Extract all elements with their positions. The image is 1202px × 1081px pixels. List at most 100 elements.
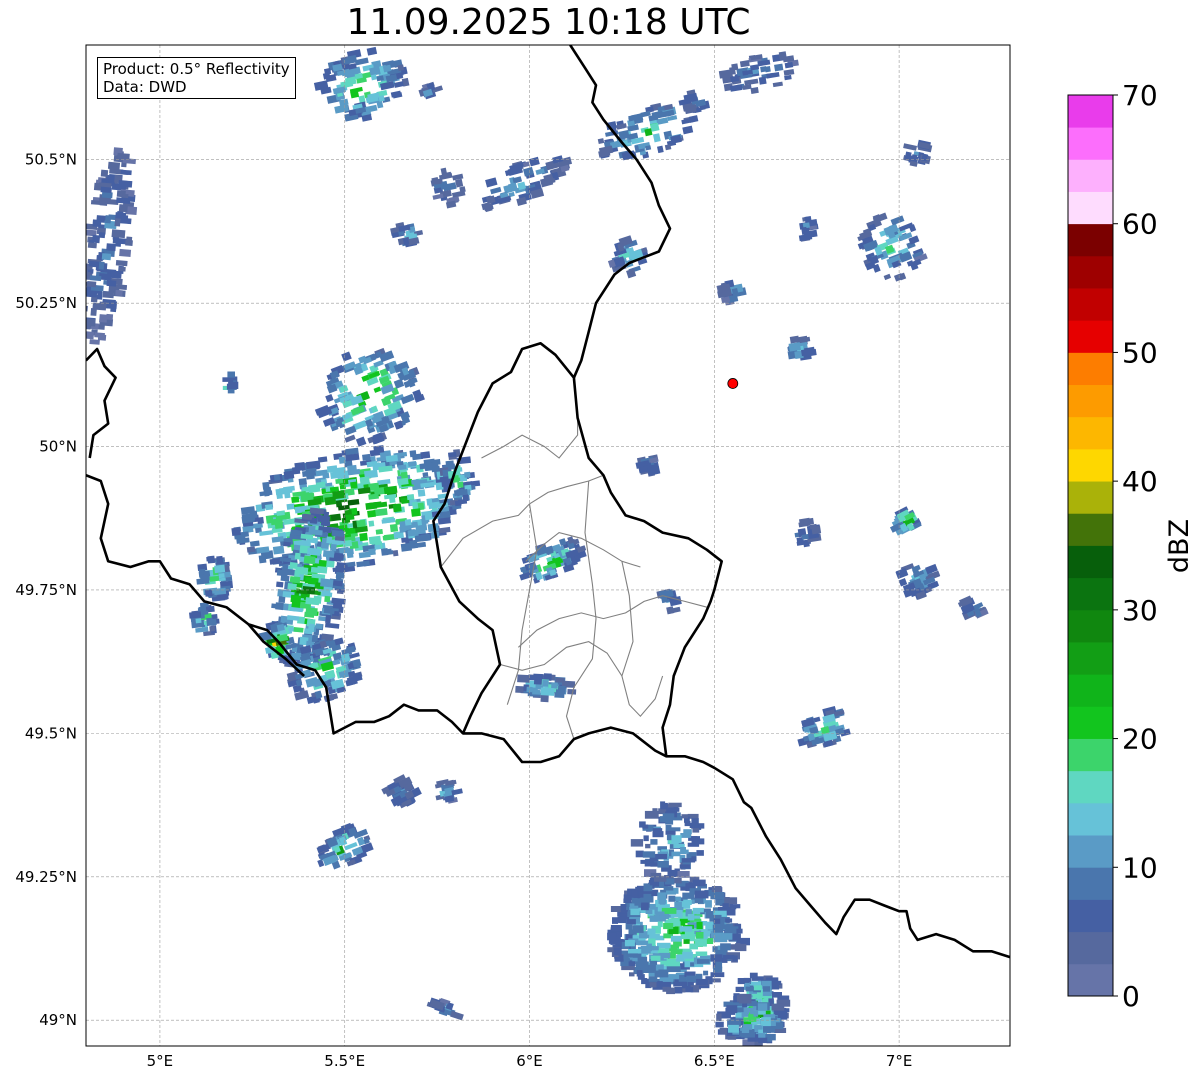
echo-pixel <box>346 549 354 559</box>
echo-pixel <box>643 893 652 902</box>
echo-pixel <box>311 634 319 643</box>
echo-pixel <box>335 478 344 485</box>
echo-pixel <box>659 899 666 905</box>
echo-pixel <box>300 593 307 599</box>
echo-pixel <box>650 955 661 961</box>
echo-pixel <box>754 1025 763 1030</box>
map-background <box>86 45 1010 1046</box>
echo-pixel <box>771 992 782 998</box>
echo-pixel <box>774 63 784 72</box>
echo-pixel <box>281 564 289 574</box>
lat-tick-label: 50°N <box>39 438 77 456</box>
echo-pixel <box>317 515 331 523</box>
echo-pixel <box>118 204 128 213</box>
colorbar-segment <box>1068 127 1113 160</box>
echo-pixel <box>420 451 431 459</box>
echo-pixel <box>339 484 347 490</box>
echo-pixel <box>345 513 355 521</box>
echo-pixel <box>666 807 680 812</box>
echo-pixel <box>294 552 301 560</box>
echo-pixel <box>533 673 544 680</box>
echo-pixel <box>664 908 677 914</box>
echo-pixel <box>758 1033 766 1038</box>
echo-pixel <box>646 943 652 952</box>
echo-pixel <box>228 381 239 389</box>
echo-pixel <box>665 890 677 895</box>
echo-pixel <box>735 1012 742 1018</box>
echo-pixel <box>464 471 471 478</box>
echo-pixel <box>697 959 710 964</box>
echo-pixel <box>728 1024 739 1033</box>
echo-pixel <box>722 903 729 909</box>
lat-tick-label: 49.25°N <box>15 868 77 886</box>
colorbar-segment <box>1068 223 1113 257</box>
colorbar-segment <box>1068 448 1113 482</box>
echo-pixel <box>710 892 725 900</box>
echo-pixel <box>116 190 126 198</box>
echo-pixel <box>86 305 88 312</box>
colorbar-segment <box>1068 867 1113 900</box>
echo-pixel <box>422 472 429 478</box>
echo-pixel <box>669 974 680 980</box>
colorbar-segment <box>1068 738 1113 772</box>
echo-pixel <box>670 935 682 942</box>
echo-pixel <box>322 550 335 558</box>
echo-pixel <box>696 921 703 930</box>
echo-pixel <box>86 281 97 288</box>
colorbar-segment <box>1068 513 1113 546</box>
echo-pixel <box>406 493 415 501</box>
echo-pixel <box>404 519 412 526</box>
echo-pixel <box>663 923 674 930</box>
echo-pixel <box>195 618 202 624</box>
echo-pixel <box>308 484 321 493</box>
colorbar-segment <box>1068 577 1113 611</box>
echo-pixel <box>748 1014 754 1023</box>
echo-pixel <box>610 925 622 932</box>
map-title: 11.09.2025 10:18 UTC <box>346 2 751 43</box>
echo-pixel <box>350 481 358 489</box>
echo-pixel <box>773 1010 785 1015</box>
echo-pixel <box>209 575 220 582</box>
echo-pixel <box>308 623 315 632</box>
colorbar-tick-label: 30 <box>1122 594 1158 627</box>
echo-pixel <box>302 491 314 501</box>
echo-pixel <box>389 523 399 533</box>
echo-pixel <box>397 64 405 72</box>
echo-pixel <box>115 289 123 297</box>
echo-pixel <box>275 602 284 611</box>
echo-pixel <box>555 689 565 695</box>
echo-pixel <box>635 850 644 858</box>
echo-pixel <box>100 169 109 177</box>
echo-pixel <box>102 290 115 299</box>
echo-pixel <box>98 261 105 270</box>
echo-pixel <box>374 544 381 550</box>
colorbar-segment <box>1068 963 1113 997</box>
echo-pixel <box>114 218 121 227</box>
echo-pixel <box>90 307 97 316</box>
echo-pixel <box>92 302 105 310</box>
echo-pixel <box>715 1021 724 1028</box>
echo-pixel <box>263 486 272 493</box>
echo-pixel <box>659 816 668 823</box>
echo-pixel <box>637 974 645 980</box>
echo-pixel <box>119 248 132 257</box>
latitude-tick-labels: 50.5°N 50.25°N 50°N 49.75°N 49.5°N 49.25°N 49°… <box>15 151 77 1029</box>
echo-pixel <box>721 933 733 940</box>
echo-pixel <box>305 597 320 606</box>
echo-pixel <box>246 546 256 553</box>
echo-pixel <box>276 491 283 500</box>
echo-pixel <box>335 571 345 579</box>
echo-pixel <box>368 548 376 556</box>
echo-pixel <box>750 981 762 986</box>
echo-pixel <box>315 623 323 630</box>
echo-pixel <box>368 535 382 545</box>
echo-pixel <box>763 986 770 992</box>
colorbar-segment <box>1068 899 1113 933</box>
echo-pixel <box>214 564 226 574</box>
echo-pixel <box>680 847 686 855</box>
echo-pixel <box>265 504 274 511</box>
echo-pixel <box>642 824 649 829</box>
echo-pixel <box>692 907 704 913</box>
echo-pixel <box>643 835 649 842</box>
echo-pixel <box>400 542 413 552</box>
